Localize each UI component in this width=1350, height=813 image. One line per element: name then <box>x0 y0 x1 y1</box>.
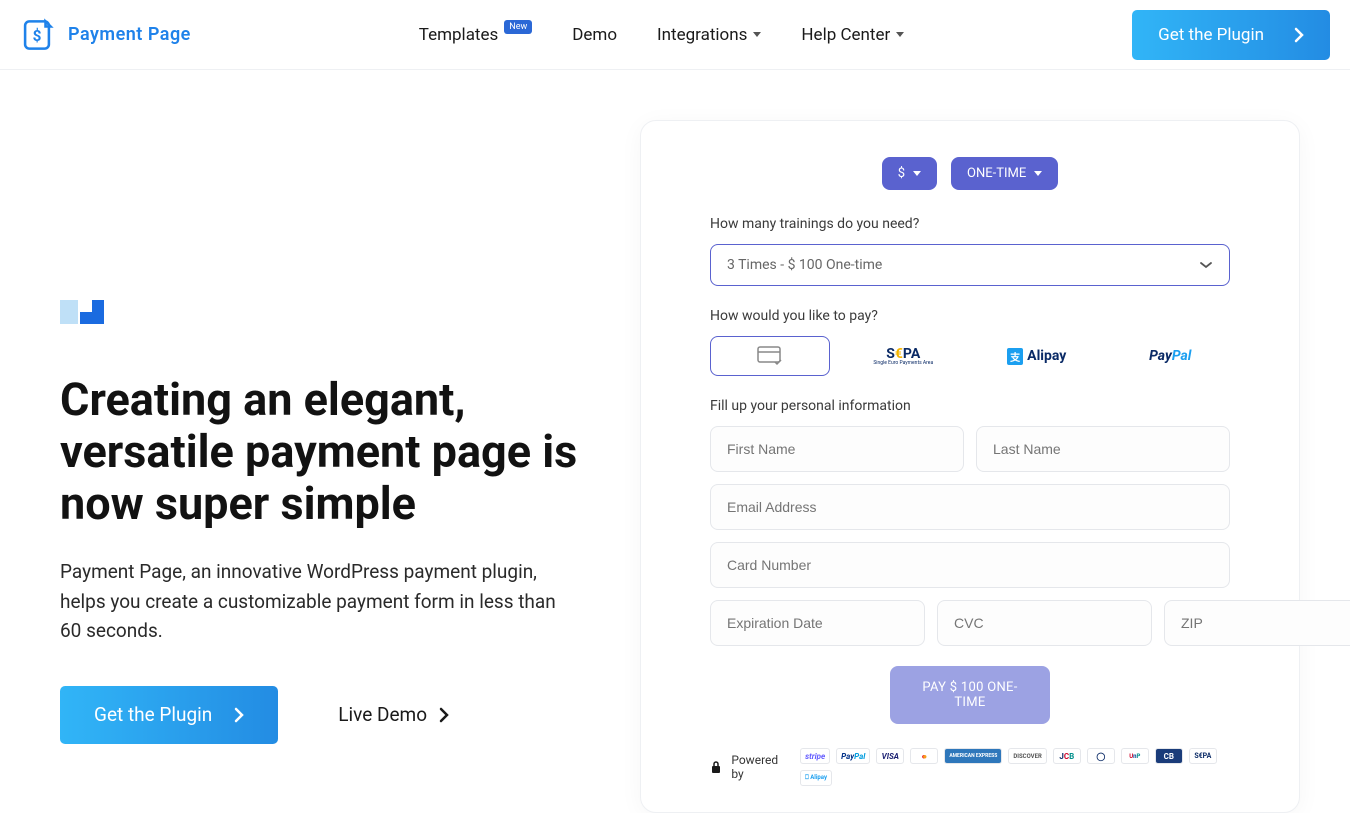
chevron-down-icon <box>1199 261 1213 269</box>
trainings-question-label: How many trainings do you need? <box>710 216 1230 232</box>
brand-discover: DISCOVER <box>1008 748 1047 764</box>
frequency-selector[interactable]: ONE-TIME <box>951 157 1058 190</box>
header-cta-button[interactable]: Get the Plugin <box>1132 10 1330 60</box>
personal-info-label: Fill up your personal information <box>710 398 1230 414</box>
chevron-right-icon <box>439 707 449 723</box>
brand-diners: ◯ <box>1087 748 1115 764</box>
new-badge: New <box>504 20 532 34</box>
paypal-pay: Pay <box>1149 348 1172 364</box>
caret-down-icon <box>1034 171 1042 176</box>
accent-decoration <box>60 300 600 324</box>
powered-by-label: Powered by <box>731 753 790 781</box>
plan-pills: $ ONE-TIME <box>710 157 1230 190</box>
site-header: $ Payment Page Templates New Demo Integr… <box>0 0 1350 70</box>
card-icon <box>757 346 783 366</box>
main-nav: Templates New Demo Integrations Help Cen… <box>419 25 905 45</box>
expiration-input[interactable] <box>710 600 925 646</box>
brand-sepa: S€PA <box>1189 748 1217 764</box>
brand-unionpay: UnP <box>1121 748 1149 764</box>
brand-stripe: stripe <box>800 748 830 764</box>
pay-button[interactable]: PAY $ 100 ONE-TIME <box>890 666 1050 724</box>
cvc-input[interactable] <box>937 600 1152 646</box>
get-plugin-button[interactable]: Get the Plugin <box>60 686 278 744</box>
get-plugin-label: Get the Plugin <box>94 703 212 726</box>
brand-mastercard: ●● <box>910 748 938 764</box>
chevron-right-icon <box>234 707 244 723</box>
caret-down-icon <box>913 171 921 176</box>
chevron-right-icon <box>1294 27 1304 43</box>
brand-jcb: JCB <box>1053 748 1081 764</box>
card-number-input[interactable] <box>710 542 1230 588</box>
nav-templates-label: Templates <box>419 25 499 45</box>
nav-help-center[interactable]: Help Center <box>801 25 904 45</box>
hero-subtext: Payment Page, an innovative WordPress pa… <box>60 557 580 645</box>
hero-buttons: Get the Plugin Live Demo <box>60 686 600 744</box>
logo[interactable]: $ Payment Page <box>20 18 191 52</box>
nav-demo[interactable]: Demo <box>572 25 617 45</box>
svg-text:$: $ <box>33 26 42 44</box>
nav-integrations-label: Integrations <box>657 25 747 45</box>
trainings-select[interactable]: 3 Times - $ 100 One-time <box>710 244 1230 286</box>
hero-copy: Creating an elegant, versatile payment p… <box>60 120 600 813</box>
live-demo-link[interactable]: Live Demo <box>338 703 449 726</box>
live-demo-label: Live Demo <box>338 703 427 726</box>
alipay-label: Alipay <box>1027 348 1066 364</box>
sepa-subtext: Single Euro Payments Area <box>873 361 933 366</box>
method-sepa[interactable]: S€PA Single Euro Payments Area <box>844 336 964 376</box>
pay-method-label: How would you like to pay? <box>710 308 1230 324</box>
lock-icon <box>710 760 721 774</box>
card-footer: Powered by stripe PayPal VISA ●● AMERICA… <box>710 748 1230 786</box>
caret-down-icon <box>896 32 904 37</box>
payment-form-card: $ ONE-TIME How many trainings do you nee… <box>640 120 1300 813</box>
brand-cb: CB <box>1155 748 1183 764</box>
currency-selector[interactable]: $ <box>882 157 937 190</box>
nav-demo-label: Demo <box>572 25 617 45</box>
logo-icon: $ <box>20 18 54 52</box>
brand-amex: AMERICAN EXPRESS <box>944 748 1002 764</box>
currency-label: $ <box>898 166 905 181</box>
frequency-label: ONE-TIME <box>967 166 1026 181</box>
method-alipay[interactable]: 支 Alipay <box>977 336 1097 376</box>
paypal-pal: Pal <box>1172 348 1192 364</box>
brand-chips: stripe PayPal VISA ●● AMERICAN EXPRESS D… <box>800 748 1230 786</box>
brand-paypal: PayPal <box>836 748 870 764</box>
email-input[interactable] <box>710 484 1230 530</box>
cta-label: Get the Plugin <box>1158 25 1264 45</box>
trainings-select-value: 3 Times - $ 100 One-time <box>727 257 882 273</box>
caret-down-icon <box>753 32 761 37</box>
alipay-mark-icon: 支 <box>1007 348 1023 365</box>
hero-headline: Creating an elegant, versatile payment p… <box>60 374 600 529</box>
method-card[interactable] <box>710 336 830 376</box>
payment-methods: S€PA Single Euro Payments Area 支 Alipay … <box>710 336 1230 376</box>
first-name-input[interactable] <box>710 426 964 472</box>
brand-alipay: ⎕ Alipay <box>800 770 832 786</box>
logo-text: Payment Page <box>68 24 191 45</box>
last-name-input[interactable] <box>976 426 1230 472</box>
zip-input[interactable] <box>1164 600 1350 646</box>
brand-visa: VISA <box>876 748 904 764</box>
method-paypal[interactable]: PayPal <box>1111 336 1231 376</box>
nav-templates[interactable]: Templates New <box>419 25 533 45</box>
hero-section: Creating an elegant, versatile payment p… <box>0 70 1350 813</box>
nav-integrations[interactable]: Integrations <box>657 25 761 45</box>
nav-help-center-label: Help Center <box>801 25 890 45</box>
